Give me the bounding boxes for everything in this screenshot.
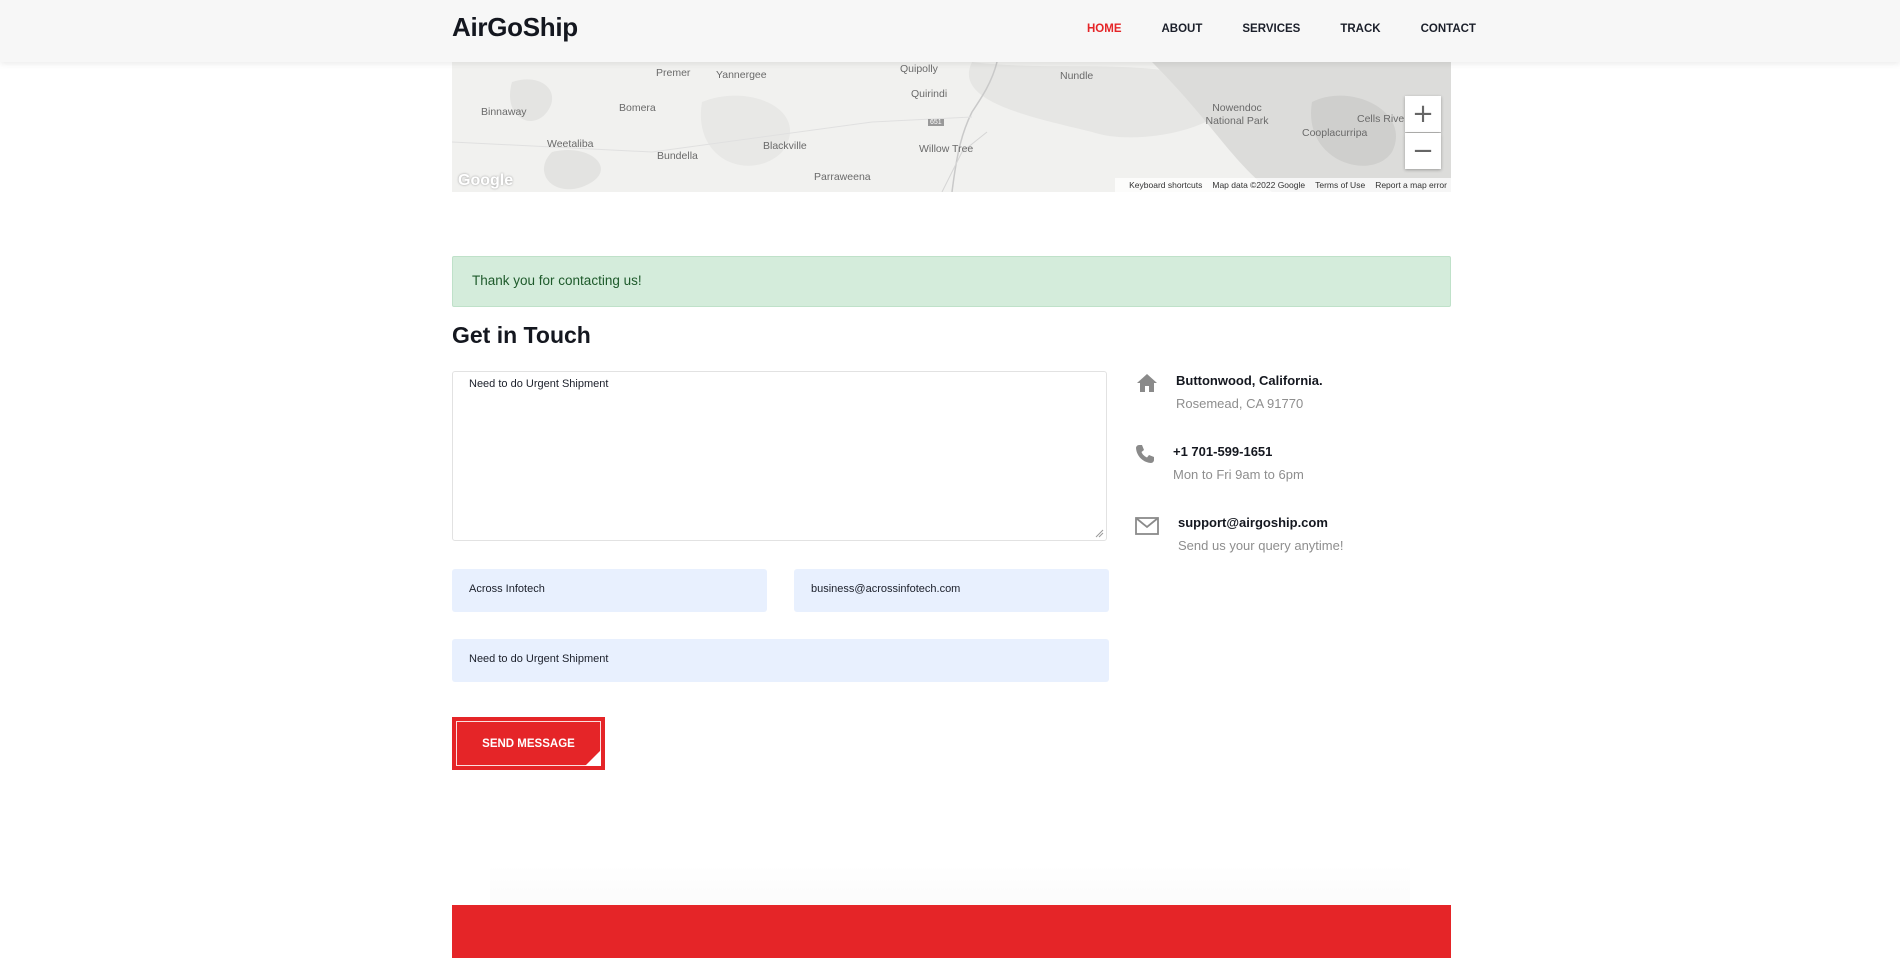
map-label: Cells River <box>1357 113 1408 125</box>
alert-text: Thank you for contacting us! <box>472 273 642 288</box>
message-textarea[interactable]: Need to do Urgent Shipment <box>452 371 1107 541</box>
email-value: business@acrossinfotech.com <box>811 583 961 595</box>
name-value: Across Infotech <box>469 583 545 595</box>
resize-handle-icon[interactable] <box>1095 529 1104 538</box>
terms-link[interactable]: Terms of Use <box>1315 180 1365 190</box>
road-shield: 651 <box>928 119 944 126</box>
map-label: Nundle <box>1060 70 1094 82</box>
map-label: Bomera <box>619 102 656 114</box>
brand-logo[interactable]: AirGoShip <box>452 12 578 43</box>
map-data-text: Map data ©2022 Google <box>1212 180 1306 190</box>
footer-banner <box>452 905 1451 958</box>
home-icon <box>1137 374 1157 392</box>
send-message-label: SEND MESSAGE <box>482 737 575 750</box>
map-label: Premer <box>656 67 691 79</box>
map-label: Yannergee <box>716 69 767 81</box>
email-note: Send us your query anytime! <box>1178 538 1344 553</box>
map-label: Quipolly <box>900 63 938 75</box>
email-input[interactable]: business@acrossinfotech.com <box>794 569 1109 612</box>
address-sub: Rosemead, CA 91770 <box>1176 396 1304 411</box>
phone-icon <box>1136 445 1154 463</box>
address-title: Buttonwood, California. <box>1176 373 1323 388</box>
zoom-in-button[interactable]: + <box>1405 96 1441 132</box>
map-label: Weetaliba <box>547 138 594 150</box>
map-label: Quirindi <box>911 88 948 100</box>
name-input[interactable]: Across Infotech <box>452 569 767 612</box>
map-label: Nowendoc National Park <box>1205 102 1269 127</box>
nav-services[interactable]: SERVICES <box>1242 23 1300 35</box>
subject-value: Need to do Urgent Shipment <box>469 653 609 665</box>
report-map-error-link[interactable]: Report a map error <box>1375 180 1447 190</box>
keyboard-shortcuts-link[interactable]: Keyboard shortcuts <box>1129 180 1202 190</box>
button-corner-decoration <box>585 750 601 766</box>
google-logo[interactable]: Google <box>458 172 513 190</box>
section-title: Get in Touch <box>452 322 591 348</box>
success-alert: Thank you for contacting us! <box>452 256 1451 307</box>
map-label: Cooplacurripa <box>1302 127 1368 139</box>
message-value: Need to do Urgent Shipment <box>469 378 609 390</box>
phone-hours: Mon to Fri 9am to 6pm <box>1173 467 1304 482</box>
google-map[interactable]: Premer Yannergee Quipolly Quirindi Nundl… <box>452 62 1451 192</box>
footer-shadow <box>490 865 1410 905</box>
map-footer: Keyboard shortcuts Map data ©2022 Google… <box>1115 178 1451 192</box>
support-email[interactable]: support@airgoship.com <box>1178 515 1328 530</box>
site-header: AirGoShip HOME ABOUT SERVICES TRACK CONT… <box>0 0 1900 62</box>
map-label: Bundella <box>657 150 698 162</box>
phone-number[interactable]: +1 701-599-1651 <box>1173 444 1272 459</box>
nav-track[interactable]: TRACK <box>1340 23 1380 35</box>
nav-home[interactable]: HOME <box>1087 23 1122 35</box>
nav-contact[interactable]: CONTACT <box>1421 23 1476 35</box>
send-message-button[interactable]: SEND MESSAGE <box>452 717 605 770</box>
map-label: Willow Tree <box>919 143 974 155</box>
main-nav: HOME ABOUT SERVICES TRACK CONTACT <box>1087 23 1516 35</box>
envelope-icon <box>1135 517 1159 535</box>
subject-input[interactable]: Need to do Urgent Shipment <box>452 639 1109 682</box>
map-label: Blackville <box>763 140 807 152</box>
map-label: Parraweena <box>814 171 871 183</box>
nav-about[interactable]: ABOUT <box>1162 23 1203 35</box>
zoom-out-button[interactable]: − <box>1405 133 1441 169</box>
map-label: Binnaway <box>481 106 527 118</box>
